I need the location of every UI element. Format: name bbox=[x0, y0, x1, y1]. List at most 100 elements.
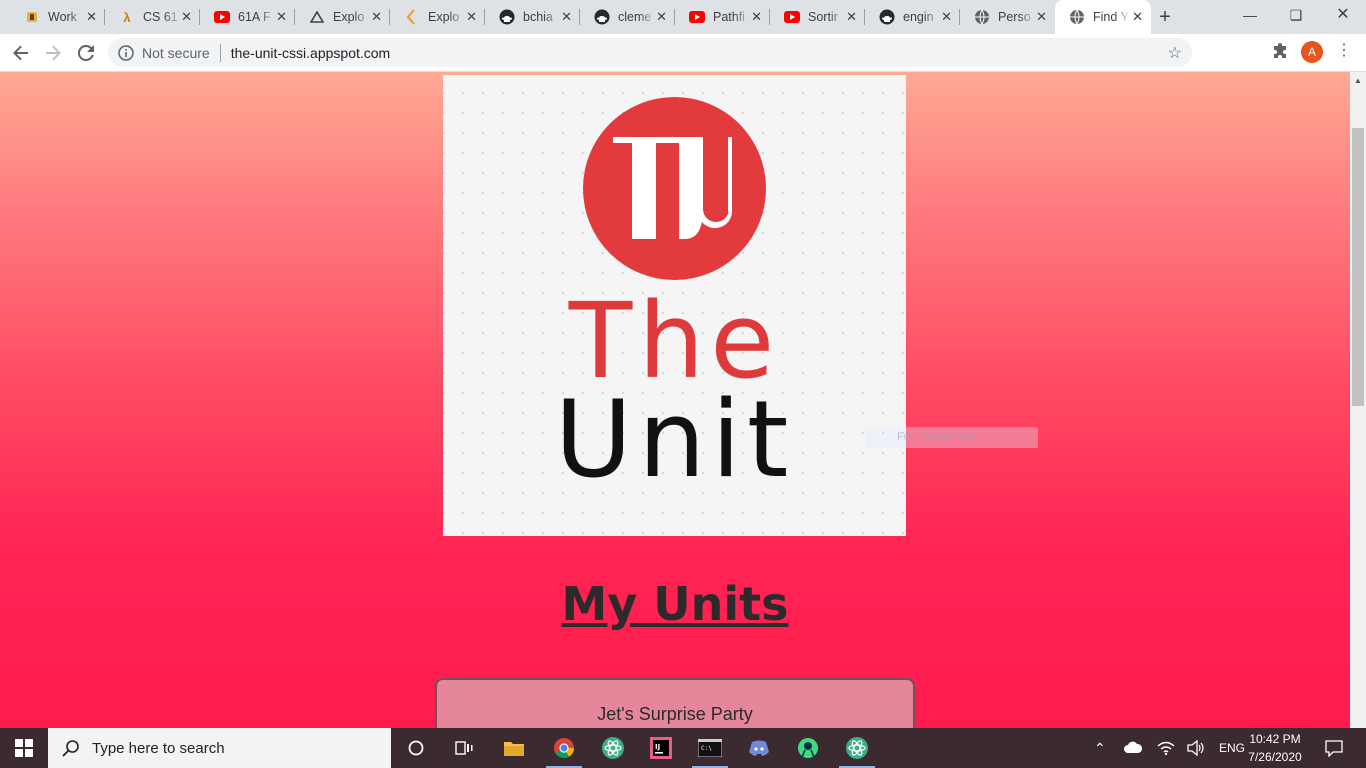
chrome-icon bbox=[554, 738, 575, 759]
browser-tab[interactable]: λ CS 61 ✕ bbox=[105, 0, 200, 34]
cortana-button[interactable] bbox=[396, 732, 436, 764]
task-view-button[interactable] bbox=[444, 732, 484, 764]
tu-monogram-icon bbox=[613, 137, 733, 239]
intellij-icon: IJ bbox=[650, 737, 672, 759]
youtube-icon bbox=[214, 9, 230, 25]
url-text[interactable]: the-unit-cssi.appspot.com bbox=[231, 45, 391, 61]
wifi-icon[interactable] bbox=[1157, 740, 1175, 756]
atom-taskbar-button[interactable] bbox=[593, 732, 633, 764]
security-label[interactable]: Not secure bbox=[142, 45, 210, 61]
page-scrollbar[interactable]: ▲ bbox=[1350, 72, 1366, 728]
extension-a-icon[interactable]: A bbox=[1239, 43, 1257, 61]
close-tab-icon[interactable]: ✕ bbox=[181, 9, 192, 25]
close-tab-icon[interactable]: ✕ bbox=[1036, 9, 1047, 25]
chrome-taskbar-button[interactable] bbox=[544, 732, 584, 768]
restore-button[interactable]: ❏ bbox=[1273, 0, 1319, 32]
discord-taskbar-button[interactable] bbox=[739, 732, 779, 764]
search-icon bbox=[62, 740, 79, 757]
close-window-button[interactable]: ✕ bbox=[1320, 0, 1366, 32]
browser-tab[interactable]: Sortir ✕ bbox=[770, 0, 865, 34]
browser-menu-icon[interactable]: ⋮ bbox=[1336, 41, 1352, 61]
unit-card[interactable]: Jet's Surprise Party bbox=[435, 678, 915, 728]
terminal-taskbar-button[interactable]: C:\ bbox=[690, 732, 730, 768]
browser-tab[interactable]: Explo ✕ bbox=[295, 0, 390, 34]
file-explorer-button[interactable] bbox=[494, 732, 534, 764]
tab-title: Explo bbox=[333, 10, 365, 24]
start-button[interactable] bbox=[0, 728, 48, 768]
github-icon bbox=[594, 9, 610, 25]
close-tab-icon[interactable]: ✕ bbox=[561, 9, 572, 25]
close-tab-icon[interactable]: ✕ bbox=[466, 9, 477, 25]
info-icon[interactable] bbox=[118, 44, 134, 61]
system-clock[interactable]: 10:42 PM 7/26/2020 bbox=[1244, 730, 1306, 766]
folder-icon bbox=[504, 742, 524, 756]
terminal-icon: C:\ bbox=[698, 739, 722, 757]
minimize-button[interactable]: — bbox=[1227, 0, 1273, 32]
lambda-icon: λ bbox=[123, 9, 131, 25]
scrollbar-thumb[interactable] bbox=[1352, 128, 1364, 406]
browser-tab[interactable]: engin ✕ bbox=[865, 0, 960, 34]
forward-button[interactable] bbox=[40, 40, 66, 66]
clock-time: 10:42 PM bbox=[1249, 732, 1301, 746]
browser-tab[interactable]: bchia ✕ bbox=[485, 0, 580, 34]
taskbar-search-box[interactable]: Type here to search bbox=[48, 728, 391, 768]
globe-icon bbox=[974, 9, 990, 25]
android-studio-taskbar-button[interactable] bbox=[788, 732, 828, 764]
snip-tooltip: Full-screen Snip bbox=[865, 427, 1038, 448]
unit-card-title[interactable]: Jet's Surprise Party bbox=[437, 704, 913, 725]
close-tab-icon[interactable]: ✕ bbox=[86, 9, 97, 25]
tab-title: bchia bbox=[523, 10, 553, 24]
notifications-icon[interactable] bbox=[1325, 740, 1343, 757]
scroll-up-arrow-icon[interactable]: ▲ bbox=[1354, 76, 1362, 85]
logo-circle bbox=[583, 97, 766, 280]
intellij-taskbar-button[interactable]: IJ bbox=[641, 732, 681, 764]
new-tab-button[interactable]: + bbox=[1153, 5, 1177, 29]
tab-title: Explo bbox=[428, 10, 460, 24]
back-arrow-icon bbox=[13, 45, 28, 61]
extension-y-icon[interactable]: Y bbox=[1207, 43, 1225, 61]
language-indicator[interactable]: ENG bbox=[1219, 728, 1245, 768]
close-tab-icon[interactable]: ✕ bbox=[751, 9, 762, 25]
tab-title: CS 61 bbox=[143, 10, 178, 24]
browser-tab[interactable]: cleme ✕ bbox=[580, 0, 675, 34]
discord-icon bbox=[749, 740, 769, 756]
extensions-puzzle-icon[interactable] bbox=[1271, 43, 1289, 61]
show-hidden-icons-chevron-icon[interactable]: ⌃ bbox=[1094, 728, 1106, 768]
youtube-icon bbox=[784, 9, 800, 25]
taskbar-search-placeholder[interactable]: Type here to search bbox=[92, 740, 225, 757]
address-divider bbox=[219, 43, 221, 62]
bookmark-star-icon[interactable]: ☆ bbox=[1168, 43, 1182, 63]
volume-icon[interactable] bbox=[1187, 740, 1205, 756]
address-bar[interactable]: Not secure the-unit-cssi.appspot.com ☆ bbox=[108, 38, 1192, 67]
browser-tab[interactable]: Work ✕ bbox=[10, 0, 105, 34]
tab-title: Pathfi bbox=[713, 10, 745, 24]
forward-arrow-icon bbox=[46, 45, 61, 61]
browser-tab[interactable]: Perso ✕ bbox=[960, 0, 1055, 34]
windows-logo-icon bbox=[15, 739, 33, 757]
reload-button[interactable] bbox=[73, 40, 99, 66]
android-studio-icon bbox=[798, 738, 818, 758]
tab-title: Work bbox=[48, 10, 77, 24]
profile-avatar[interactable]: A bbox=[1301, 41, 1323, 63]
browser-tab[interactable]: Pathfi ✕ bbox=[675, 0, 770, 34]
close-tab-icon[interactable]: ✕ bbox=[656, 9, 667, 25]
browser-toolbar: Not secure the-unit-cssi.appspot.com ☆ Y… bbox=[0, 34, 1366, 72]
close-tab-icon[interactable]: ✕ bbox=[941, 9, 952, 25]
close-tab-icon[interactable]: ✕ bbox=[846, 9, 857, 25]
browser-tab[interactable]: 61A F ✕ bbox=[200, 0, 295, 34]
atom-icon bbox=[846, 737, 868, 759]
close-tab-icon[interactable]: ✕ bbox=[276, 9, 287, 25]
codepen-like-icon bbox=[404, 9, 420, 25]
back-button[interactable] bbox=[8, 40, 34, 66]
onedrive-cloud-icon[interactable] bbox=[1124, 741, 1142, 753]
browser-tab[interactable]: Explo ✕ bbox=[390, 0, 485, 34]
tab-active[interactable]: Find Y ✕ bbox=[1055, 0, 1151, 34]
the-unit-logo: The Unit bbox=[443, 75, 906, 536]
page-heading: My Units bbox=[561, 577, 789, 631]
page-viewport: The Unit My Units Jet's Surprise Party bbox=[0, 72, 1350, 728]
close-tab-icon[interactable]: ✕ bbox=[371, 9, 382, 25]
atom-taskbar-button-2[interactable] bbox=[837, 732, 877, 768]
close-tab-icon[interactable]: ✕ bbox=[1132, 9, 1143, 25]
github-icon bbox=[879, 9, 895, 25]
atom-icon bbox=[602, 737, 624, 759]
